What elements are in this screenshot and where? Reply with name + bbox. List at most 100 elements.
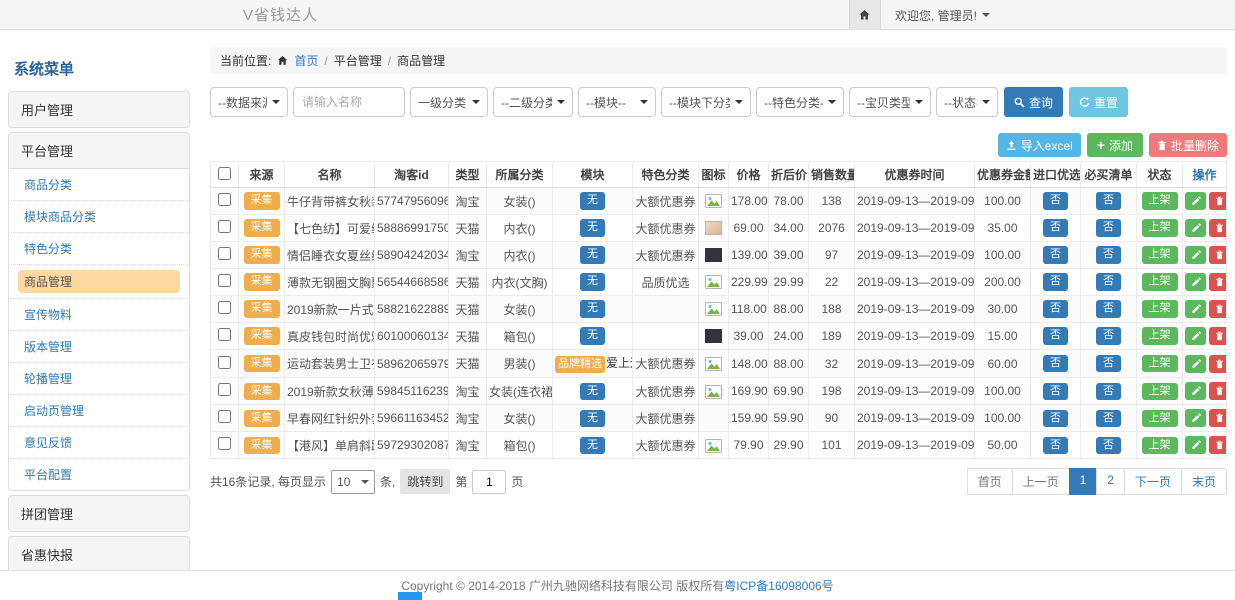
page-last[interactable]: 末页 [1181,468,1227,495]
row-checkbox[interactable] [218,437,231,450]
user-menu[interactable]: 欢迎您, 管理员! [895,7,990,24]
sidebar-item-goods-category[interactable]: 商品分类 [8,169,190,201]
edit-button[interactable] [1185,355,1206,373]
filter-module-sub-category[interactable]: --模块下分类-- [661,87,751,117]
filter-item-type[interactable]: --宝贝类型-- [849,87,931,117]
import-select-badge[interactable]: 否 [1043,355,1068,372]
edit-button[interactable] [1185,382,1206,400]
filter-module[interactable]: --模块-- [578,87,656,117]
must-buy-badge[interactable]: 否 [1096,219,1121,236]
must-buy-badge[interactable]: 否 [1096,437,1121,454]
row-checkbox[interactable] [218,356,231,369]
sidebar-item-splash-management[interactable]: 启动页管理 [8,395,190,427]
filter-status[interactable]: --状态-- [936,87,998,117]
query-button[interactable]: 查询 [1004,87,1063,117]
batch-delete-button[interactable]: 批量删除 [1149,133,1227,157]
edit-button[interactable] [1185,192,1206,210]
sidebar-item-promo-materials[interactable]: 宣传物料 [8,299,190,331]
filter-feature-category[interactable]: --特色分类-- [756,87,844,117]
reset-button[interactable]: 重置 [1069,87,1128,117]
row-checkbox[interactable] [218,383,231,396]
status-badge[interactable]: 上架 [1142,300,1178,317]
import-select-badge[interactable]: 否 [1043,327,1068,344]
edit-button[interactable] [1185,300,1206,318]
import-select-badge[interactable]: 否 [1043,437,1068,454]
import-select-badge[interactable]: 否 [1043,383,1068,400]
sidebar-item-carousel-management[interactable]: 轮播管理 [8,363,190,395]
row-checkbox[interactable] [218,274,231,287]
must-buy-badge[interactable]: 否 [1096,355,1121,372]
status-badge[interactable]: 上架 [1142,219,1178,236]
edit-button[interactable] [1185,273,1206,291]
icp-link[interactable]: 粤ICP备16098006号 [724,577,833,594]
import-select-badge[interactable]: 否 [1043,246,1068,263]
must-buy-badge[interactable]: 否 [1096,300,1121,317]
page-prev[interactable]: 上一页 [1012,468,1070,495]
delete-button[interactable] [1209,273,1227,291]
filter-category-level1[interactable]: 一级分类 [410,87,488,117]
add-button[interactable]: + 添加 [1087,133,1143,157]
row-checkbox[interactable] [218,328,231,341]
delete-button[interactable] [1209,219,1227,237]
edit-button[interactable] [1185,409,1206,427]
row-checkbox[interactable] [218,301,231,314]
delete-button[interactable] [1209,246,1227,264]
import-select-badge[interactable]: 否 [1043,410,1068,427]
edit-button[interactable] [1185,219,1206,237]
import-excel-button[interactable]: 导入excel [998,133,1081,157]
select-all-checkbox[interactable] [218,167,231,180]
row-checkbox[interactable] [218,220,231,233]
filter-name-input[interactable] [293,87,405,117]
status-badge[interactable]: 上架 [1142,273,1178,290]
page-number-input[interactable] [472,470,506,494]
sidebar-item-user-management[interactable]: 用户管理 [8,91,190,128]
delete-button[interactable] [1209,355,1227,373]
must-buy-badge[interactable]: 否 [1096,327,1121,344]
row-checkbox[interactable] [218,193,231,206]
page-first[interactable]: 首页 [967,468,1013,495]
status-badge[interactable]: 上架 [1142,437,1178,454]
status-badge[interactable]: 上架 [1142,192,1178,209]
status-badge[interactable]: 上架 [1142,246,1178,263]
status-badge[interactable]: 上架 [1142,355,1178,372]
must-buy-badge[interactable]: 否 [1096,383,1121,400]
row-checkbox[interactable] [218,247,231,260]
per-page-select[interactable]: 10 [331,470,375,494]
edit-button[interactable] [1185,436,1206,454]
must-buy-badge[interactable]: 否 [1096,246,1121,263]
status-badge[interactable]: 上架 [1142,383,1178,400]
sidebar-item-feature-category[interactable]: 特色分类 [8,233,190,265]
delete-button[interactable] [1209,409,1227,427]
home-button[interactable] [849,0,881,30]
row-checkbox[interactable] [218,410,231,423]
import-select-badge[interactable]: 否 [1043,300,1068,317]
delete-button[interactable] [1209,300,1227,318]
filter-data-source[interactable]: --数据来源-- [210,87,288,117]
edit-button[interactable] [1185,327,1206,345]
edit-button[interactable] [1185,246,1206,264]
must-buy-badge[interactable]: 否 [1096,273,1121,290]
sidebar-item-groupbuy-management[interactable]: 拼团管理 [8,495,190,532]
status-badge[interactable]: 上架 [1142,327,1178,344]
breadcrumb-home-link[interactable]: 首页 [294,52,318,69]
status-badge[interactable]: 上架 [1142,410,1178,427]
import-select-badge[interactable]: 否 [1043,273,1068,290]
page-1[interactable]: 1 [1069,468,1098,495]
import-select-badge[interactable]: 否 [1043,192,1068,209]
jump-button[interactable]: 跳转到 [400,469,450,494]
sidebar-item-saving-express[interactable]: 省惠快报 [8,536,190,573]
delete-button[interactable] [1209,327,1227,345]
must-buy-badge[interactable]: 否 [1096,192,1121,209]
sidebar-item-platform-config[interactable]: 平台配置 [8,459,190,491]
sidebar-item-module-goods-category[interactable]: 模块商品分类 [8,201,190,233]
sidebar-item-version-management[interactable]: 版本管理 [8,331,190,363]
delete-button[interactable] [1209,382,1227,400]
import-select-badge[interactable]: 否 [1043,219,1068,236]
delete-button[interactable] [1209,436,1227,454]
page-2[interactable]: 2 [1096,468,1125,495]
sidebar-item-feedback[interactable]: 意见反馈 [8,427,190,459]
delete-button[interactable] [1209,192,1227,210]
filter-category-level2[interactable]: --二级分类-- [493,87,573,117]
sidebar-item-platform-management[interactable]: 平台管理 [8,132,190,169]
sidebar-item-goods-management[interactable]: 商品管理 [8,265,190,299]
